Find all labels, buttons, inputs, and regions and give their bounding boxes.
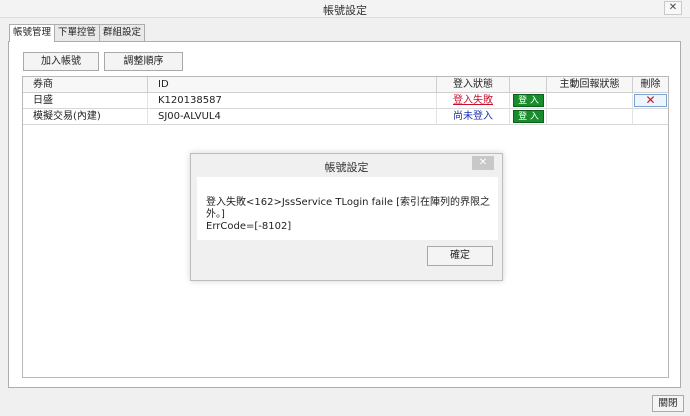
- close-window-button[interactable]: 關閉: [652, 395, 684, 412]
- column-header-delete: 刪除: [640, 79, 661, 90]
- window-close-button[interactable]: ✕: [664, 1, 682, 15]
- add-account-button[interactable]: 加入帳號: [23, 52, 99, 71]
- dialog-close-button[interactable]: ✕: [472, 156, 494, 170]
- cell-id: SJ00-ALVUL4: [148, 109, 437, 125]
- cell-delete: [633, 109, 668, 125]
- close-icon: ✕: [668, 2, 678, 13]
- dialog-title: 帳號設定: [324, 161, 369, 174]
- login-button[interactable]: 登 入: [513, 94, 544, 107]
- table-header: 券商 ID 登入狀態 主動回報狀態 刪除: [23, 77, 668, 93]
- dialog-error-code: ErrCode=[-8102]: [206, 221, 292, 232]
- column-header-id: ID: [148, 77, 437, 93]
- cell-report-status: [547, 109, 633, 125]
- table-row[interactable]: 日盛 K120138587 登入失敗 登 入 ✕: [23, 93, 668, 109]
- tab-group-settings[interactable]: 群組設定: [99, 24, 146, 41]
- reorder-button[interactable]: 調整順序: [104, 52, 183, 71]
- delete-x-icon: ✕: [645, 93, 656, 107]
- tab-account-management[interactable]: 帳號管理: [9, 24, 56, 42]
- window-titlebar: 帳號設定 ✕: [0, 0, 690, 18]
- column-header-login-status: 登入狀態: [437, 77, 510, 93]
- ok-button[interactable]: 確定: [427, 246, 493, 266]
- cell-broker: 模擬交易(內建): [23, 109, 148, 125]
- window-title: 帳號設定: [323, 4, 367, 17]
- login-status-failed[interactable]: 登入失敗: [437, 93, 510, 109]
- close-icon: ✕: [478, 157, 488, 168]
- cell-login-action: 登 入: [510, 93, 547, 109]
- login-status-not-logged-in: 尚未登入: [437, 109, 510, 125]
- cell-broker: 日盛: [23, 93, 148, 109]
- login-button[interactable]: 登 入: [513, 110, 544, 123]
- dialog-message-line: 登入失敗<162>JssService TLogin faile [索引在陣列的…: [206, 197, 491, 220]
- column-header-report-status: 主動回報狀態: [547, 77, 633, 93]
- table-row[interactable]: 模擬交易(內建) SJ00-ALVUL4 尚未登入 登 入: [23, 109, 668, 125]
- tab-bar: 帳號管理 下單控管 群組設定: [9, 24, 146, 42]
- cell-login-action: 登 入: [510, 109, 547, 125]
- dialog-body: 登入失敗<162>JssService TLogin faile [索引在陣列的…: [197, 177, 498, 240]
- cell-delete: ✕: [633, 93, 668, 109]
- cell-report-status: [547, 93, 633, 109]
- tab-order-control[interactable]: 下單控管: [54, 24, 101, 41]
- column-header-broker: 券商: [23, 77, 148, 93]
- error-dialog: 帳號設定 ✕ 登入失敗<162>JssService TLogin faile …: [190, 153, 503, 281]
- dialog-message: 登入失敗<162>JssService TLogin faile [索引在陣列的…: [206, 197, 491, 233]
- delete-button[interactable]: ✕: [634, 94, 667, 107]
- cell-id: K120138587: [148, 93, 437, 109]
- column-header-login-action: [510, 77, 547, 93]
